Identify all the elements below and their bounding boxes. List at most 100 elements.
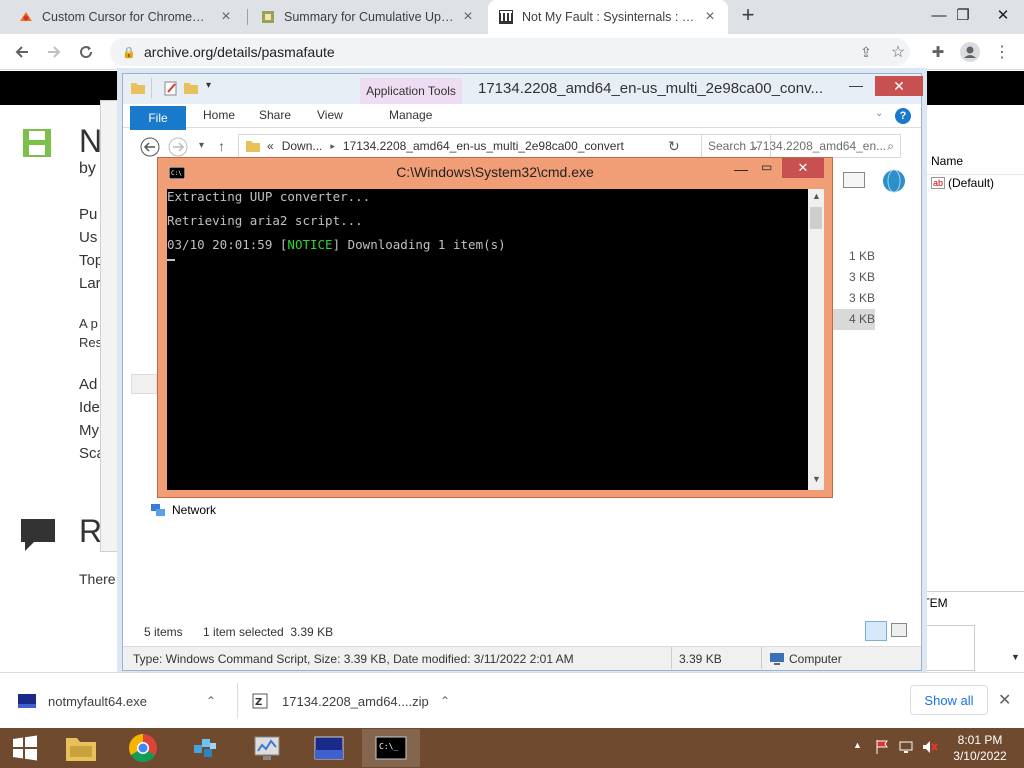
desc-line: A p [79, 316, 98, 331]
search-box[interactable]: Search 17134.2208_amd64_en... ⌕ [701, 134, 901, 158]
url-text: archive.org/details/pasmafaute [144, 44, 335, 60]
scroll-thumb[interactable] [810, 207, 822, 229]
new-folder-icon[interactable] [183, 80, 199, 96]
desc-line: Res [79, 335, 103, 350]
clock[interactable]: 8:01 PM 3/10/2022 [946, 732, 1014, 764]
up-arrow-icon[interactable]: ↑ [218, 138, 225, 154]
breadcrumb-downloads[interactable]: Down... [282, 139, 323, 153]
console-line: 03/10 20:01:59 [NOTICE] Downloading 1 it… [167, 237, 506, 252]
close-icon[interactable]: × [218, 8, 234, 26]
chrome-taskbar-button[interactable] [114, 729, 172, 767]
notmyfault-taskbar-button[interactable] [300, 729, 358, 767]
byline: by [79, 160, 96, 177]
network-tray-icon[interactable] [898, 739, 914, 758]
console-output[interactable]: Extracting UUP converter... Retrieving a… [167, 189, 817, 490]
chevron-right-icon: ▸ [330, 140, 335, 151]
scroll-down-icon[interactable]: ▼ [812, 474, 821, 484]
ribbon-expand-icon[interactable]: ⌄ [875, 108, 883, 119]
nav-network[interactable]: Network [150, 502, 216, 518]
registry-editor-window: Name ab (Default) ITEM ▼ [918, 147, 1024, 672]
show-hidden-icons-icon[interactable]: ▲ [853, 740, 862, 750]
tab-title: Summary for Cumulative Update [284, 10, 454, 24]
browser-toolbar: 🔒 archive.org/details/pasmafaute ⇪ ☆ ✚ ⋮ [0, 34, 1024, 70]
address-breadcrumb[interactable]: « Down... ▸ 17134.2208_amd64_en-us_multi… [238, 134, 771, 158]
nav-back-icon[interactable] [140, 137, 160, 157]
new-tab-button[interactable]: + [736, 0, 760, 30]
reviews-text: There a [79, 571, 128, 587]
properties-icon[interactable] [163, 80, 179, 96]
default-value-row[interactable]: ab (Default) [931, 176, 994, 190]
ribbon-tabs: Home Share View Manage ⌄ ? [123, 104, 921, 128]
console-line: Retrieving aria2 script... [167, 213, 363, 228]
monitor-taskbar-button[interactable] [238, 729, 296, 767]
network-label: Network [172, 503, 217, 517]
download-item[interactable]: Z 17134.2208_amd64....zip ⌃ [252, 673, 467, 729]
details-bar: Type: Windows Command Script, Size: 3.39… [123, 646, 921, 670]
cmd-maximize-button[interactable]: ▭ [761, 160, 772, 174]
breadcrumb-current-folder[interactable]: 17134.2208_amd64_en-us_multi_2e98ca00_co… [343, 139, 624, 153]
volume-muted-icon[interactable] [921, 739, 939, 758]
file-size-selected[interactable]: 4 KB [829, 309, 875, 330]
tab-not-my-fault[interactable]: Not My Fault : Sysinternals : Free × [488, 0, 728, 34]
nav-forward-icon[interactable] [168, 137, 188, 157]
folder-icon [131, 83, 145, 94]
tab-home[interactable]: Home [203, 108, 235, 122]
back-button[interactable] [8, 38, 36, 66]
forward-button[interactable] [40, 38, 68, 66]
close-icon[interactable]: × [460, 8, 476, 26]
reload-button[interactable] [72, 38, 100, 66]
console-scrollbar[interactable]: ▲ ▼ [808, 189, 824, 490]
scroll-down-icon[interactable]: ▼ [1011, 652, 1020, 662]
large-icons-view-icon[interactable] [891, 623, 907, 637]
download-filename: notmyfault64.exe [48, 693, 148, 709]
cmd-minimize-button[interactable]: — [734, 161, 748, 177]
preview-pane-icon[interactable] [843, 172, 865, 188]
download-item[interactable]: notmyfault64.exe ⌃ [18, 673, 233, 729]
download-bar: notmyfault64.exe ⌃ Z 17134.2208_amd64...… [0, 672, 1024, 728]
recent-locations-icon[interactable]: ▾ [199, 140, 204, 151]
action-center-flag-icon[interactable] [874, 739, 890, 758]
tab-custom-cursor[interactable]: Custom Cursor for Chrome™ - C × [8, 0, 244, 34]
cmd-close-button[interactable]: ✕ [782, 158, 824, 178]
profile-avatar[interactable] [956, 38, 984, 66]
close-download-bar-icon[interactable]: ✕ [998, 690, 1011, 710]
address-bar[interactable]: 🔒 archive.org/details/pasmafaute [110, 38, 910, 66]
breadcrumb-overflow[interactable]: « [267, 139, 274, 153]
cmd-taskbar-button[interactable]: C:\_ [362, 729, 420, 767]
chevron-up-icon[interactable]: ⌃ [440, 694, 450, 708]
refresh-icon[interactable]: ↻ [668, 138, 680, 155]
nav-pane-item[interactable] [131, 374, 157, 394]
extensions-icon[interactable]: ✚ [924, 38, 952, 66]
explorer-close-button[interactable]: ✕ [875, 76, 923, 96]
download-filename: 17134.2208_amd64....zip [282, 693, 429, 709]
explorer-minimize-button[interactable]: — [849, 77, 863, 93]
console-message: ] Downloading 1 item(s) [332, 237, 506, 252]
microsoft-favicon-icon [262, 11, 274, 23]
file-explorer-taskbar-button[interactable] [52, 729, 110, 767]
close-window-button[interactable]: ✕ [980, 0, 1024, 30]
show-all-button[interactable]: Show all [910, 685, 988, 715]
chevron-up-icon[interactable]: ⌃ [206, 694, 216, 708]
profile-icon [960, 42, 980, 62]
scroll-up-icon[interactable]: ▲ [812, 191, 821, 201]
details-view-icon[interactable] [865, 621, 887, 641]
tab-file[interactable]: File [130, 106, 186, 130]
tab-manage[interactable]: Manage [389, 108, 432, 122]
tab-cumulative-update[interactable]: Summary for Cumulative Update × [250, 0, 486, 34]
column-name-header[interactable]: Name [931, 154, 963, 168]
selection-info: 1 item selected 3.39 KB [203, 625, 334, 639]
file-details: Type: Windows Command Script, Size: 3.39… [133, 652, 574, 666]
tab-title: Custom Cursor for Chrome™ - C [42, 10, 212, 24]
start-button[interactable] [0, 729, 50, 767]
menu-kebab-icon[interactable]: ⋮ [988, 38, 1016, 66]
help-icon[interactable]: ? [895, 108, 911, 124]
string-value-icon: ab [931, 177, 946, 189]
tab-share[interactable]: Share [259, 108, 291, 122]
close-icon[interactable]: × [702, 8, 718, 26]
share-icon[interactable]: ⇪ [852, 38, 880, 66]
app-taskbar-button[interactable] [176, 729, 234, 767]
bookmark-star-icon[interactable]: ☆ [884, 38, 912, 66]
quick-access-dropdown-icon[interactable]: ▾ [206, 80, 211, 91]
default-value-label: (Default) [948, 176, 995, 190]
tab-view[interactable]: View [317, 108, 343, 122]
